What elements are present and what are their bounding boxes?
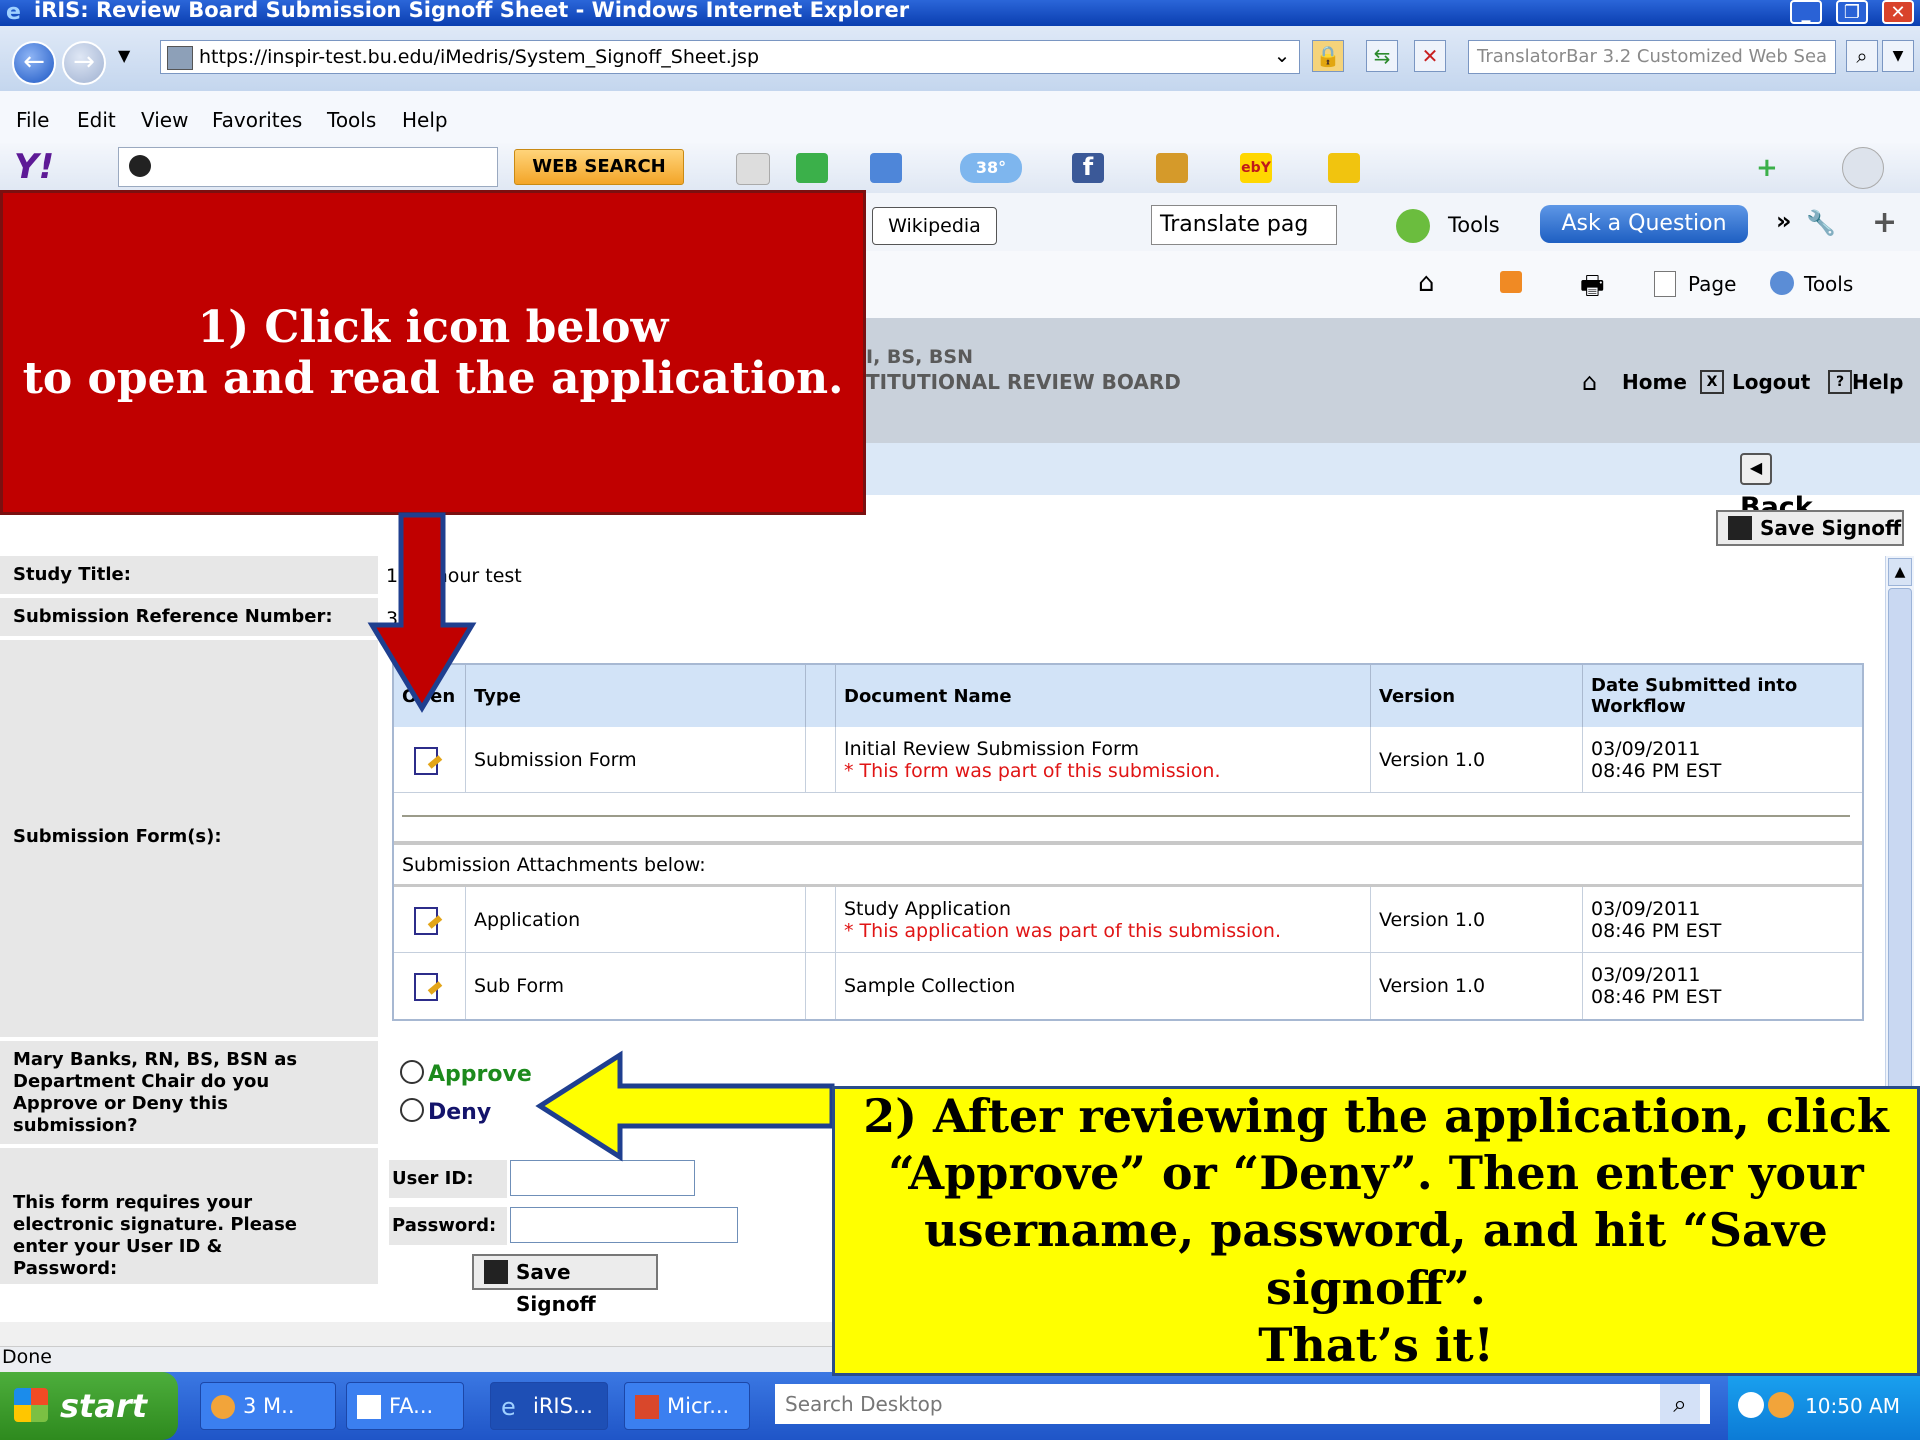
- instruction-callout-2: 2) After reviewing the application, clic…: [832, 1086, 1920, 1376]
- callout-2-line-2: “Approve” or “Deny”. Then enter your: [888, 1146, 1864, 1201]
- callout-2-line-1: 2) After reviewing the application, clic…: [863, 1089, 1889, 1144]
- callout-2-line-4: That’s it!: [1258, 1317, 1494, 1372]
- callout-2-line-3: username, password, and hit “Save signof…: [924, 1203, 1828, 1315]
- down-arrow-icon: [367, 512, 477, 713]
- left-arrow-icon: [535, 1050, 835, 1162]
